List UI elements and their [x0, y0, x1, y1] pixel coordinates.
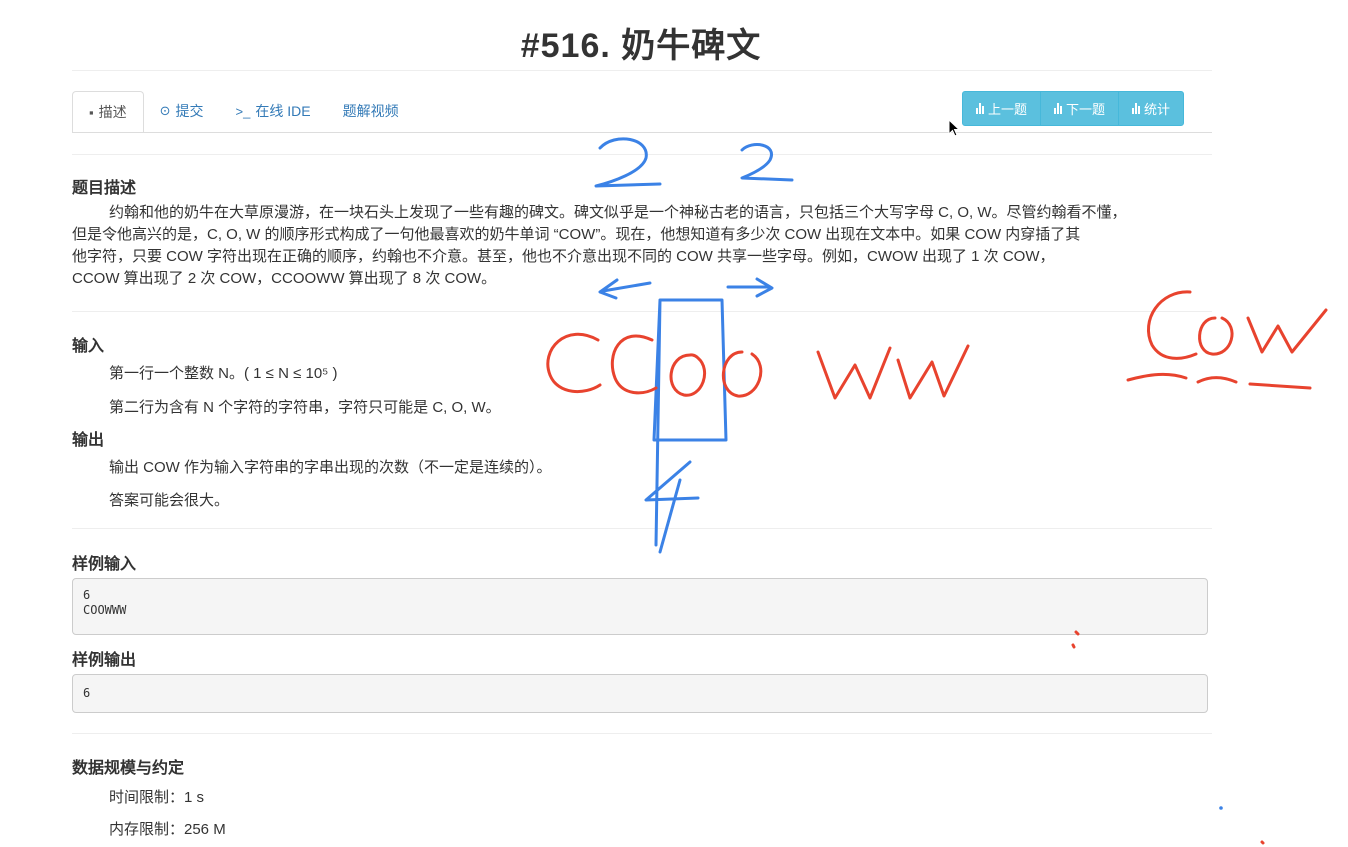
tab-solution-video[interactable]: 题解视频	[327, 91, 415, 131]
time-limit: 时间限制：1 s	[109, 789, 205, 806]
divider	[72, 528, 1212, 529]
cow-underline	[1126, 372, 1312, 390]
tab-bar: ▪ 描述 ⊙ 提交 >_ 在线 IDE 题解视频	[72, 91, 415, 133]
bar-chart-icon	[976, 103, 984, 114]
input-line-2: 第二行为含有 N 个字符的字符串，字符只可能是 C, O, W。	[109, 399, 501, 416]
blue-dot	[1219, 806, 1223, 810]
tab-underline	[72, 132, 1212, 133]
cow-O	[1198, 316, 1234, 356]
limits-heading: 数据规模与约定	[72, 760, 185, 777]
tab-online-ide[interactable]: >_ 在线 IDE	[220, 91, 327, 131]
output-line-1: 输出 COW 作为输入字符串的字串出现的次数（不一定是连续的）。	[109, 459, 552, 476]
statistics-button[interactable]: 统计	[1118, 91, 1185, 126]
tab-description[interactable]: ▪ 描述	[72, 91, 144, 133]
output-line-2: 答案可能会很大。	[109, 492, 230, 509]
letter-O-1	[669, 353, 707, 397]
sample-output-box[interactable]: 6	[72, 674, 1208, 713]
letter-W-1	[816, 346, 892, 400]
sample-input-line: COOWWW	[83, 603, 127, 617]
description-line-3: 他字符，只要 COW 字符出现在正确的顺序，约翰也不介意。甚至，他也不介意出现不…	[72, 248, 1055, 265]
divider	[72, 70, 1212, 71]
letter-C-2	[610, 334, 658, 395]
button-label: 统计	[1144, 102, 1171, 117]
description-line-1: 约翰和他的奶牛在大草原漫游，在一块石头上发现了一些有趣的碑文。碑文似乎是一个神秘…	[109, 204, 1127, 221]
cow-C	[1146, 290, 1198, 360]
tab-label: 题解视频	[342, 103, 399, 119]
book-icon: ▪	[89, 104, 94, 120]
digit-2-left	[594, 137, 662, 188]
digit-4	[644, 460, 700, 554]
bar-chart-icon	[1054, 103, 1063, 114]
sample-output-heading: 样例输出	[72, 652, 137, 669]
tab-submit[interactable]: ⊙ 提交	[144, 91, 220, 131]
description-line-2: 但是令他高兴的是，C, O, W 的顺序形式构成了一句他最喜欢的奶牛单词 “CO…	[72, 226, 1081, 243]
sample-output-line: 6	[83, 686, 91, 700]
letter-W-2	[896, 344, 970, 400]
cow-W	[1246, 308, 1328, 354]
description-heading: 题目描述	[72, 180, 137, 197]
sample-input-line: 6	[83, 588, 91, 602]
tab-label: 描述	[98, 104, 127, 120]
digit-2-right	[740, 143, 794, 182]
input-line-1: 第一行一个整数 N。( 1 ≤ N ≤ 10⁵ )	[109, 365, 338, 382]
prev-problem-button[interactable]: 上一题	[962, 91, 1042, 126]
tab-label: 在线 IDE	[255, 103, 311, 119]
button-label: 上一题	[988, 102, 1028, 117]
sample-input-box[interactable]: 6 COOWWW	[72, 578, 1208, 635]
red-dot	[1260, 840, 1265, 845]
divider	[72, 311, 1212, 312]
output-heading: 输出	[72, 432, 105, 449]
problem-nav-buttons: 上一题 下一题 统计	[962, 91, 1185, 126]
page-title: #516. 奶牛碑文	[520, 27, 762, 65]
upload-icon: ⊙	[159, 103, 171, 118]
terminal-icon: >_	[235, 103, 251, 119]
tab-label: 提交	[175, 103, 204, 119]
divider	[72, 154, 1212, 155]
description-line-4: CCOW 算出现了 2 次 COW，CCOOWW 算出现了 8 次 COW。	[72, 270, 497, 287]
letter-C-1	[546, 332, 602, 394]
button-label: 下一题	[1066, 102, 1106, 117]
input-heading: 输入	[72, 338, 105, 355]
divider	[72, 733, 1212, 734]
next-problem-button[interactable]: 下一题	[1040, 91, 1120, 126]
sample-input-heading: 样例输入	[72, 556, 137, 573]
bracket-box	[652, 298, 728, 547]
letter-O-2	[722, 350, 763, 398]
mouse-cursor-icon	[948, 119, 961, 137]
memory-limit: 内存限制：256 M	[109, 821, 226, 838]
bar-chart-icon	[1132, 103, 1141, 114]
